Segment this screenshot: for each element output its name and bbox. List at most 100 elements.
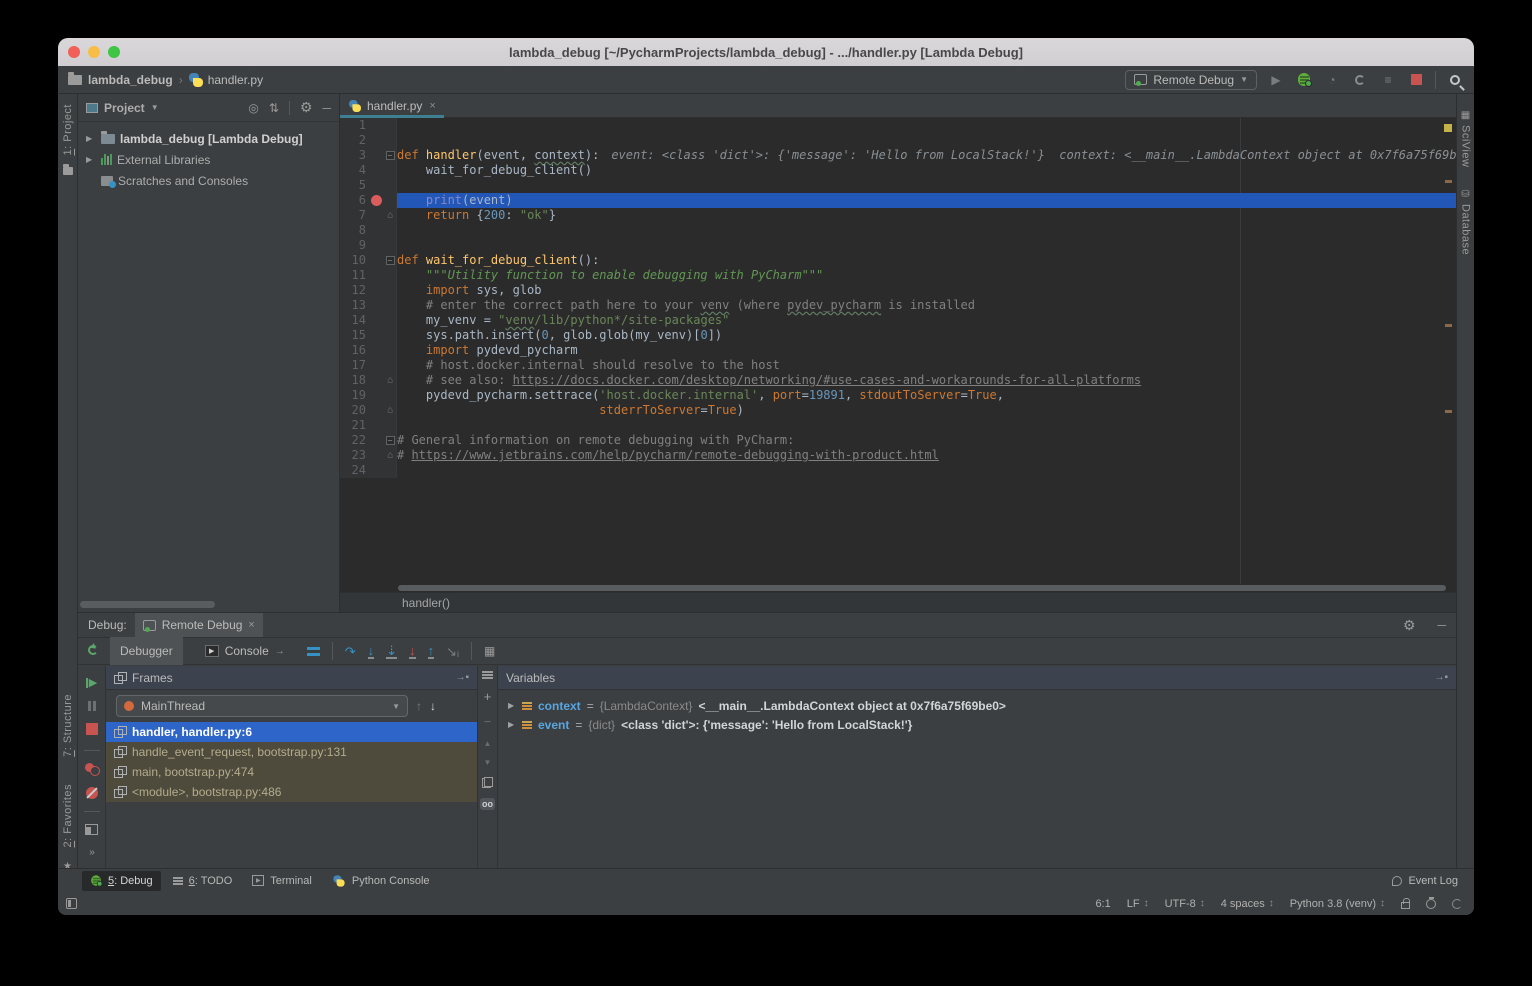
breakpoint-gutter[interactable] [368,118,384,133]
fold-gutter[interactable] [384,358,397,373]
view-breakpoints-grid-button[interactable]: ▦ [484,644,495,658]
code-line[interactable]: 21 [340,418,1456,433]
breakpoint-gutter[interactable] [368,268,384,283]
code-text[interactable]: import sys, glob [397,283,1456,298]
code-line[interactable]: 10−def wait_for_debug_client(): [340,253,1456,268]
breakpoint-gutter[interactable] [368,148,384,163]
force-step-into-button[interactable]: ⇣ [386,644,397,659]
step-out-of-block-button[interactable]: ↓ [409,644,416,659]
search-everywhere-button[interactable] [1446,71,1464,89]
editor-breadcrumb[interactable]: handler() [340,592,1456,612]
error-stripe-mark[interactable] [1445,324,1452,327]
inspections-profile-icon[interactable] [1426,899,1436,909]
fold-gutter[interactable] [384,223,397,238]
close-session-icon[interactable]: × [248,619,254,631]
breakpoint-gutter[interactable] [368,253,384,268]
show-execution-point-icon[interactable] [307,647,320,656]
chevron-down-icon[interactable]: ▼ [151,103,159,112]
code-text[interactable]: print(event) [397,193,1456,208]
rerun-button[interactable] [88,644,98,658]
code-text[interactable] [397,178,1456,193]
view-breakpoints-button[interactable] [85,763,99,775]
code-text[interactable] [397,463,1456,478]
toolwindow-todo[interactable]: 6: TODO [165,871,241,891]
tool-stripe-project[interactable]: 1: Project [62,104,74,155]
gear-icon[interactable]: ⚙ [1403,617,1416,634]
code-text[interactable]: return {200: "ok"} [397,208,1456,223]
breadcrumb-project[interactable]: lambda_debug [88,73,173,87]
duplicate-watch-button[interactable] [482,777,493,788]
code-line[interactable]: 18⌂ # see also: https://docs.docker.com/… [340,373,1456,388]
error-stripe-mark[interactable] [1444,124,1452,132]
code-text[interactable] [397,133,1456,148]
breakpoint-gutter[interactable] [368,133,384,148]
code-text[interactable]: # see also: https://docs.docker.com/desk… [397,373,1456,388]
step-over-button[interactable]: ↷ [345,645,356,658]
variable-row[interactable]: ▶ event = {dict} <class 'dict'>: {'messa… [498,715,1456,734]
coverage-button[interactable]: ◔ [1323,71,1341,89]
fold-collapse-icon[interactable]: − [386,436,395,445]
debug-button[interactable] [1295,71,1313,89]
event-log-button[interactable]: Event Log [1384,871,1466,891]
remove-watch-button[interactable]: − [484,714,492,729]
breakpoint-gutter[interactable] [368,403,384,418]
next-frame-button[interactable]: ↓ [430,699,436,713]
previous-frame-button[interactable]: ↑ [416,699,422,713]
pin-icon[interactable]: →▪ [455,672,469,683]
step-out-button[interactable]: ↑ [428,644,435,659]
hide-panel-button[interactable]: ─ [1437,618,1446,632]
expand-arrow-icon[interactable]: ▶ [86,134,96,143]
add-watch-button[interactable]: + [484,689,492,704]
run-to-cursor-button[interactable]: ↘ᵢ [446,645,459,658]
code-text[interactable] [397,118,1456,133]
breakpoint-gutter[interactable] [368,163,384,178]
breakpoint-icon[interactable] [371,195,382,206]
code-text[interactable]: def handler(event, context):event: <clas… [397,148,1456,163]
code-line[interactable]: 15 sys.path.insert(0, glob.glob(my_venv)… [340,328,1456,343]
code-text[interactable]: # enter the correct path here to your ve… [397,298,1456,313]
fold-gutter[interactable] [384,163,397,178]
frame-row[interactable]: handle_event_request, bootstrap.py:131 [106,742,477,762]
fold-gutter[interactable] [384,118,397,133]
sync-icon[interactable] [1452,899,1462,909]
pause-button[interactable] [88,701,96,711]
locate-file-button[interactable]: ◎ [248,101,258,115]
breakpoint-gutter[interactable] [368,223,384,238]
breakpoint-gutter[interactable] [368,298,384,313]
fold-gutter[interactable] [384,178,397,193]
hide-panel-button[interactable]: ─ [322,101,331,115]
pin-icon[interactable]: →▪ [1434,672,1448,683]
fold-gutter[interactable] [384,418,397,433]
expand-arrow-icon[interactable]: ▶ [508,720,516,729]
show-watches-button[interactable]: oo [480,798,495,810]
debug-session-tab[interactable]: Remote Debug × [135,613,263,637]
breadcrumb-file[interactable]: handler.py [208,73,263,87]
error-stripe-mark[interactable] [1445,180,1452,183]
code-line[interactable]: 24 [340,463,1456,478]
breakpoint-gutter[interactable] [368,433,384,448]
lock-icon[interactable] [1401,902,1410,909]
gear-icon[interactable]: ⚙ [300,99,313,116]
code-line[interactable]: 13 # enter the correct path here to your… [340,298,1456,313]
tree-item-scratches[interactable]: Scratches and Consoles [78,170,339,191]
toolwindow-debug[interactable]: 5: Debug [82,871,161,891]
code-text[interactable] [397,418,1456,433]
fold-collapse-icon[interactable]: − [386,151,395,160]
code-line[interactable]: 2 [340,133,1456,148]
variable-row[interactable]: ▶ context = {LambdaContext} <__main__.La… [498,696,1456,715]
breakpoint-gutter[interactable] [368,388,384,403]
code-text[interactable]: # host.docker.internal should resolve to… [397,358,1456,373]
fold-gutter[interactable] [384,238,397,253]
fold-gutter[interactable] [384,313,397,328]
rerun-failed-button[interactable]: ≡ [1379,71,1397,89]
resume-button[interactable]: ▶ [86,676,97,689]
code-line[interactable]: 19 pydevd_pycharm.settrace('host.docker.… [340,388,1456,403]
indent-select[interactable]: 4 spaces↕ [1221,898,1274,910]
profiler-button[interactable] [1351,71,1369,89]
fold-gutter[interactable] [384,343,397,358]
breakpoint-gutter[interactable] [368,208,384,223]
stop-button[interactable] [86,723,98,738]
move-up-button[interactable]: ▲ [484,739,492,748]
code-text[interactable]: pydevd_pycharm.settrace('host.docker.int… [397,388,1456,403]
scrollbar-thumb[interactable] [398,585,1446,591]
